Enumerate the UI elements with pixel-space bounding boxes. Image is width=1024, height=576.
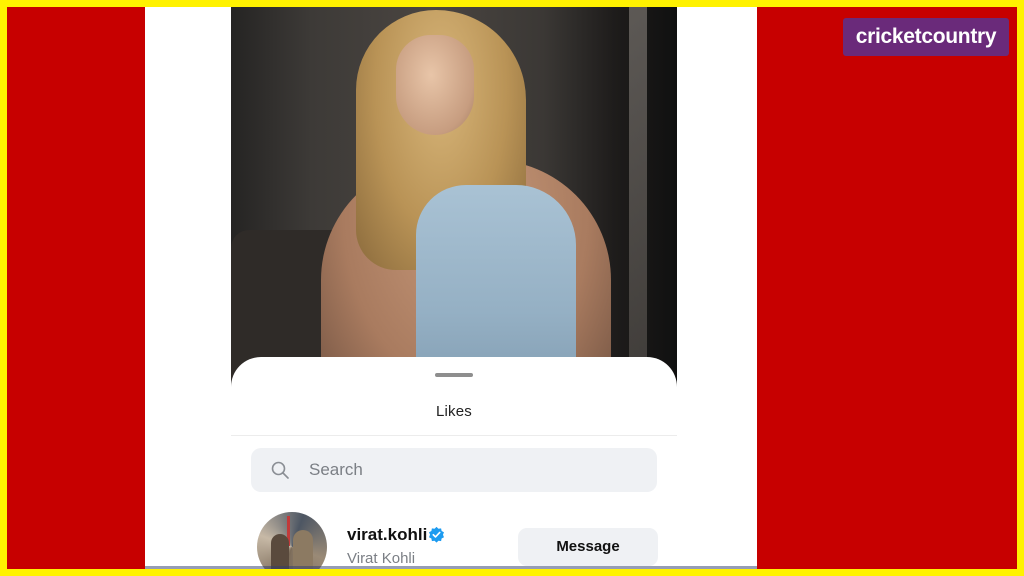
instagram-screen: Likes Search virat.kohli Virat Kohli Mes… [231,0,677,576]
verified-badge-icon [429,526,444,543]
divider [145,566,757,569]
sheet-drag-handle[interactable] [435,373,473,377]
message-button[interactable]: Message [518,528,658,566]
search-input[interactable]: Search [309,448,363,492]
search-icon [271,461,289,479]
divider [231,435,677,436]
cricketcountry-logo: cricketcountry [843,18,1009,56]
likes-bottom-sheet: Likes Search virat.kohli Virat Kohli Mes… [231,357,677,576]
post-photo [231,0,677,410]
username[interactable]: virat.kohli [347,525,427,545]
full-name: Virat Kohli [347,550,416,567]
sheet-title: Likes [435,403,473,420]
search-bar[interactable]: Search [251,448,657,492]
